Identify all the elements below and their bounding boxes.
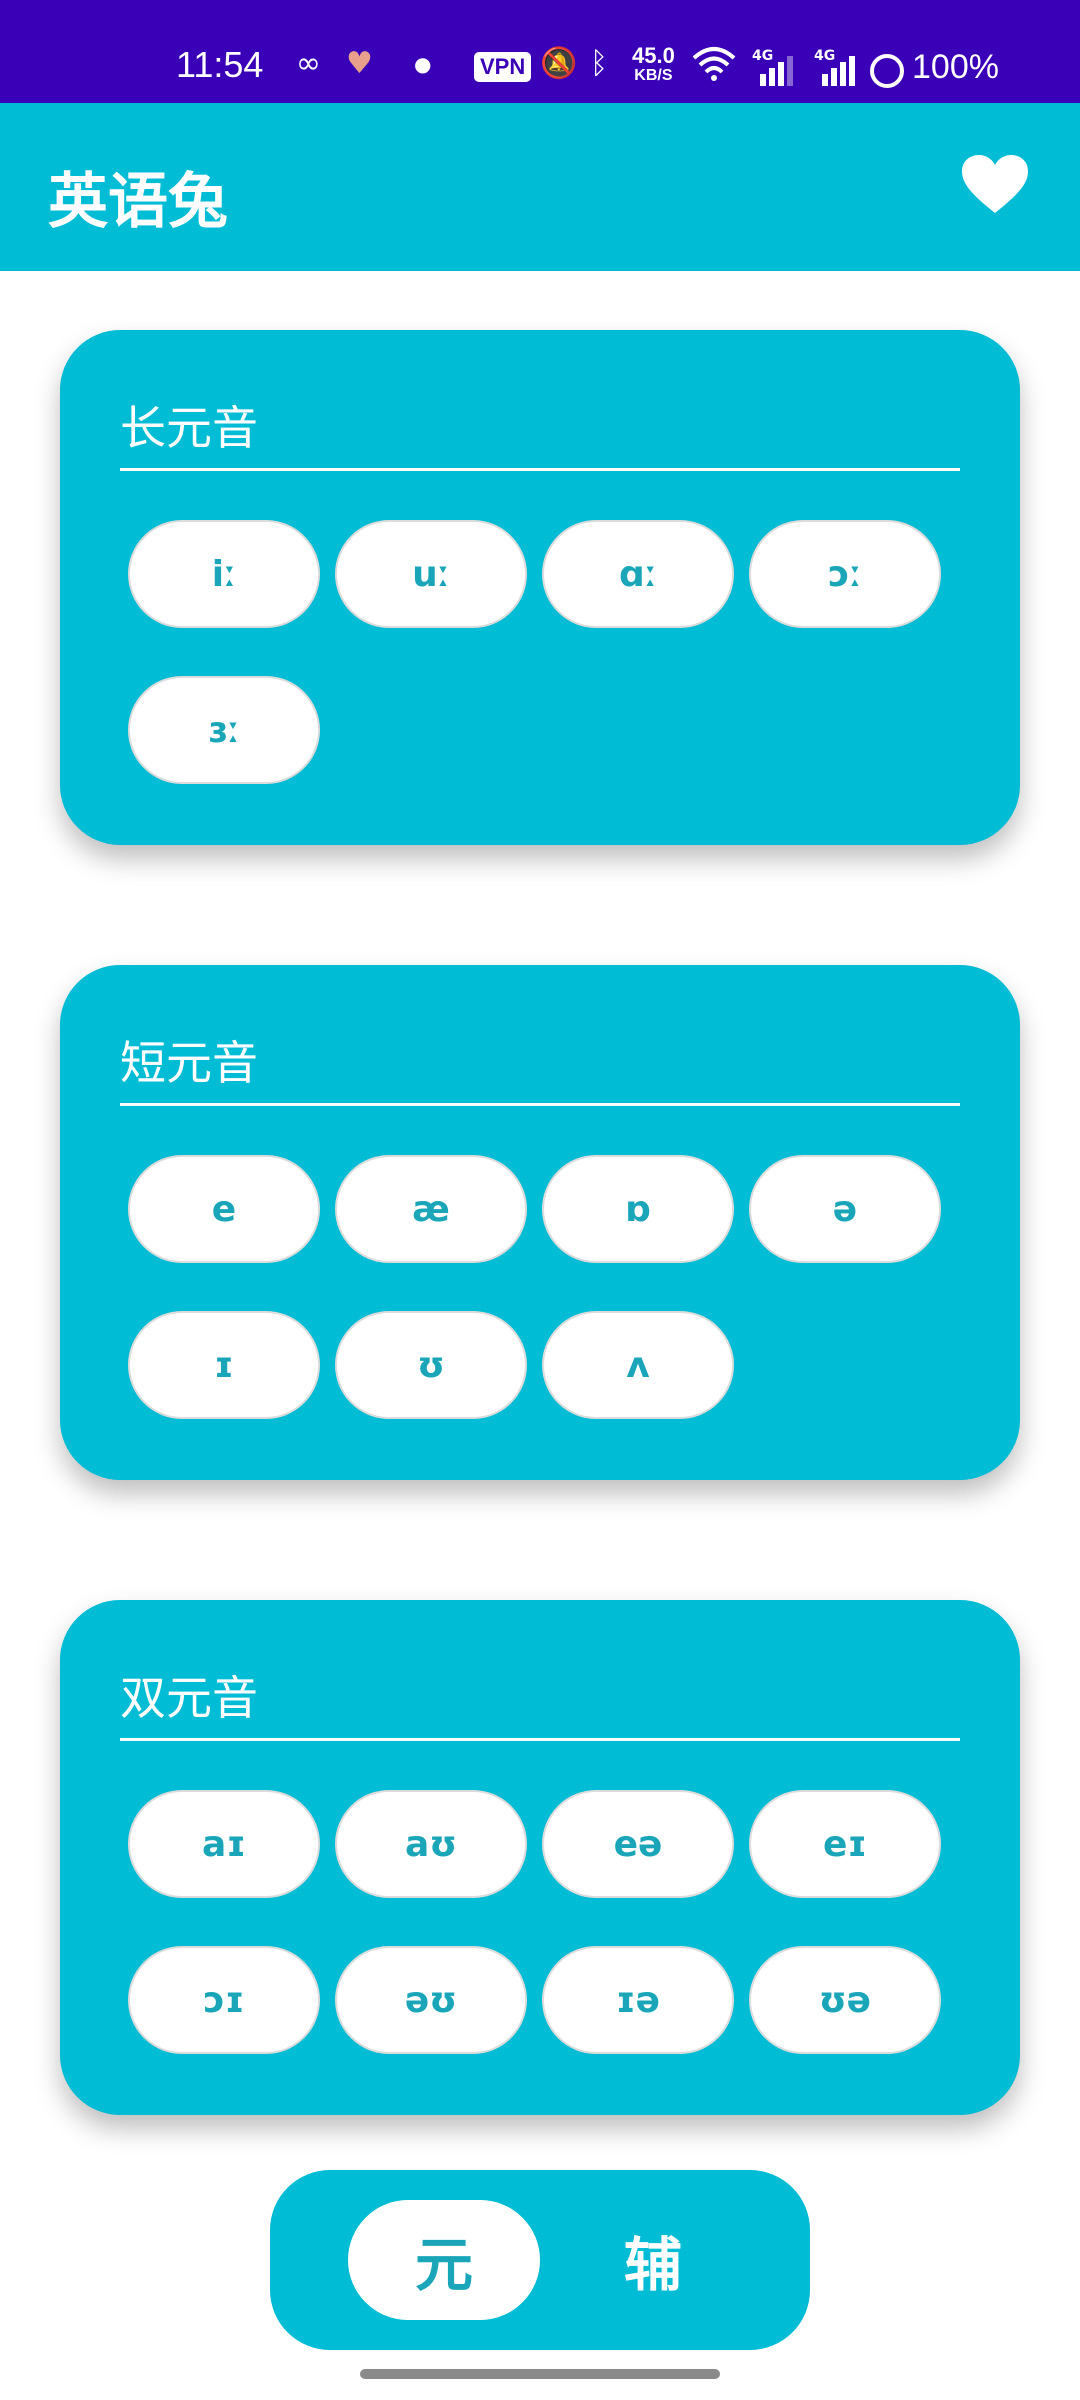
phoneme-button[interactable]: ɔː [749, 520, 941, 628]
bluetooth-icon: ᛒ [590, 46, 608, 81]
status-bar: 11:54 ∞ ♥ ● VPN 🔕 ᛒ 45.0 KB/S 4G 4G 100% [0, 0, 1080, 103]
phoneme-button[interactable]: eə [542, 1790, 734, 1898]
section-divider [120, 468, 960, 471]
phoneme-button[interactable]: ɜː [128, 676, 320, 784]
favorites-button[interactable] [960, 153, 1030, 217]
mute-icon: 🔕 [540, 46, 578, 81]
vpn-badge: VPN [474, 52, 532, 82]
status-time: 11:54 [176, 44, 264, 85]
signal-icon-sim2: 4G [814, 48, 855, 86]
gesture-nav-handle[interactable] [360, 2369, 720, 2379]
app-bar: 英语兔 [0, 103, 1080, 271]
wifi-icon [692, 46, 736, 91]
phoneme-button[interactable]: ʊə [749, 1946, 941, 2054]
consonant-tab[interactable]: 辅 [557, 2200, 749, 2320]
section-title: 双元音 [120, 1671, 258, 1725]
phoneme-button[interactable]: ɪə [542, 1946, 734, 2054]
short-vowels-card: 短元音 e æ ɒ ə ɪ ʊ ʌ [60, 965, 1020, 1480]
link-icon: ∞ [296, 46, 321, 81]
phoneme-button[interactable]: æ [335, 1155, 527, 1263]
phoneme-button[interactable]: uː [335, 520, 527, 628]
phoneme-button[interactable]: ʊ [335, 1311, 527, 1419]
signal-icon-sim1: 4G [752, 48, 793, 86]
phoneme-button[interactable]: ɑː [542, 520, 734, 628]
network-speed: 45.0 KB/S [632, 43, 675, 86]
phoneme-button[interactable]: ɒ [542, 1155, 734, 1263]
diphthongs-card: 双元音 aɪ aʊ eə eɪ ɔɪ əʊ ɪə ʊə [60, 1600, 1020, 2115]
phoneme-button[interactable]: ɪ [128, 1311, 320, 1419]
phoneme-button[interactable]: ɔɪ [128, 1946, 320, 2054]
vowel-consonant-toggle: 元 辅 [270, 2170, 810, 2350]
section-divider [120, 1103, 960, 1106]
phoneme-button[interactable]: eɪ [749, 1790, 941, 1898]
notification-dot-icon: ● [414, 52, 432, 76]
phoneme-button[interactable]: iː [128, 520, 320, 628]
section-divider [120, 1738, 960, 1741]
section-title: 短元音 [120, 1036, 258, 1090]
app-title: 英语兔 [48, 167, 228, 237]
heart-icon [962, 155, 1028, 213]
phoneme-button[interactable]: e [128, 1155, 320, 1263]
battery-level: 100% [912, 48, 999, 86]
health-heart-icon: ♥ [346, 46, 373, 81]
phoneme-button[interactable]: aʊ [335, 1790, 527, 1898]
phoneme-button[interactable]: ʌ [542, 1311, 734, 1419]
phoneme-button[interactable]: əʊ [335, 1946, 527, 2054]
speed-value: 45.0 [632, 43, 675, 68]
phoneme-button[interactable]: aɪ [128, 1790, 320, 1898]
speed-unit: KB/S [634, 67, 673, 84]
vowel-tab[interactable]: 元 [348, 2200, 540, 2320]
long-vowels-card: 长元音 iː uː ɑː ɔː ɜː [60, 330, 1020, 845]
phoneme-button[interactable]: ə [749, 1155, 941, 1263]
battery-icon [870, 54, 904, 88]
section-title: 长元音 [120, 401, 258, 455]
